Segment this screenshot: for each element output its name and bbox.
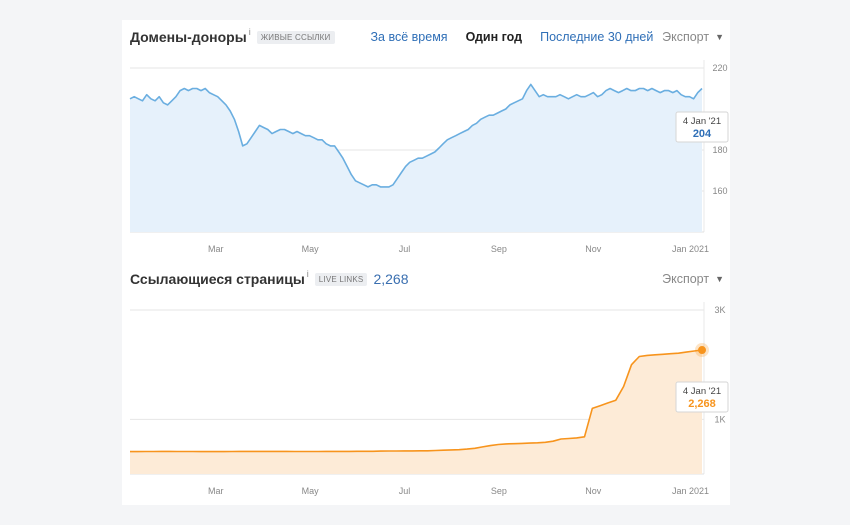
- referring-domains-chart: 220 180 160 Mar May Jul Sep Nov Jan 2021 4 Jan '2…: [129, 60, 729, 254]
- referring-pages-header: Ссылающиеся страницы i LIVE LINKS 2,268 …: [130, 267, 724, 291]
- x-tick-label: May: [302, 244, 320, 254]
- tab-one-year[interactable]: Один год: [466, 30, 523, 44]
- info-icon[interactable]: i: [307, 269, 309, 279]
- y-tick-label: 3K: [714, 305, 725, 315]
- x-tick-label: May: [302, 486, 320, 496]
- tooltip-value: 2,268: [688, 398, 716, 410]
- tooltip: 4 Jan '212,268: [675, 381, 729, 413]
- live-links-badge: LIVE LINKS: [314, 272, 368, 286]
- chevron-down-icon: ▼: [715, 274, 724, 284]
- export-label: Экспорт: [662, 30, 710, 44]
- info-icon[interactable]: i: [249, 27, 251, 37]
- y-tick-label: 160: [712, 186, 727, 196]
- export-button[interactable]: Экспорт ▼: [662, 272, 724, 286]
- y-tick-label: 220: [712, 63, 727, 73]
- chevron-down-icon: ▼: [715, 32, 724, 42]
- area-fill: [130, 84, 702, 233]
- x-tick-label: Jul: [399, 244, 411, 254]
- x-tick-label: Sep: [491, 486, 507, 496]
- tooltip-date: 4 Jan '21: [683, 386, 721, 397]
- tooltip: 4 Jan '21204: [675, 111, 729, 143]
- tooltip-date: 4 Jan '21: [683, 116, 721, 127]
- x-tick-label: Jul: [399, 486, 411, 496]
- export-button[interactable]: Экспорт ▼: [662, 30, 724, 44]
- x-tick-label: Jan 2021: [672, 244, 709, 254]
- referring-domains-title: Домены-доноры: [130, 29, 247, 45]
- x-tick-label: Jan 2021: [672, 486, 709, 496]
- x-tick-label: Sep: [491, 244, 507, 254]
- hover-dot: [698, 346, 706, 355]
- x-tick-label: Mar: [208, 486, 224, 496]
- referring-pages-total: 2,268: [373, 271, 409, 287]
- y-tick-label: 180: [712, 145, 727, 155]
- export-label: Экспорт: [662, 272, 710, 286]
- tooltip-value: 204: [693, 128, 712, 140]
- live-links-badge: ЖИВЫЕ ССЫЛКИ: [256, 30, 335, 44]
- tab-all-time[interactable]: За всё время: [371, 30, 448, 44]
- x-tick-label: Mar: [208, 244, 224, 254]
- x-tick-label: Nov: [585, 244, 602, 254]
- area-fill: [130, 350, 702, 474]
- y-tick-label: 1K: [714, 414, 725, 424]
- x-tick-label: Nov: [585, 486, 602, 496]
- referring-pages-chart: 3K 1K Mar May Jul Sep Nov Jan 2021 4 Jan '212,26…: [130, 302, 729, 496]
- referring-domains-header: Домены-доноры i ЖИВЫЕ ССЫЛКИ За всё врем…: [130, 25, 724, 49]
- charts-card: Домены-доноры i ЖИВЫЕ ССЫЛКИ За всё врем…: [122, 20, 730, 505]
- tab-last-30-days[interactable]: Последние 30 дней: [540, 30, 653, 44]
- referring-pages-title: Ссылающиеся страницы: [130, 271, 305, 287]
